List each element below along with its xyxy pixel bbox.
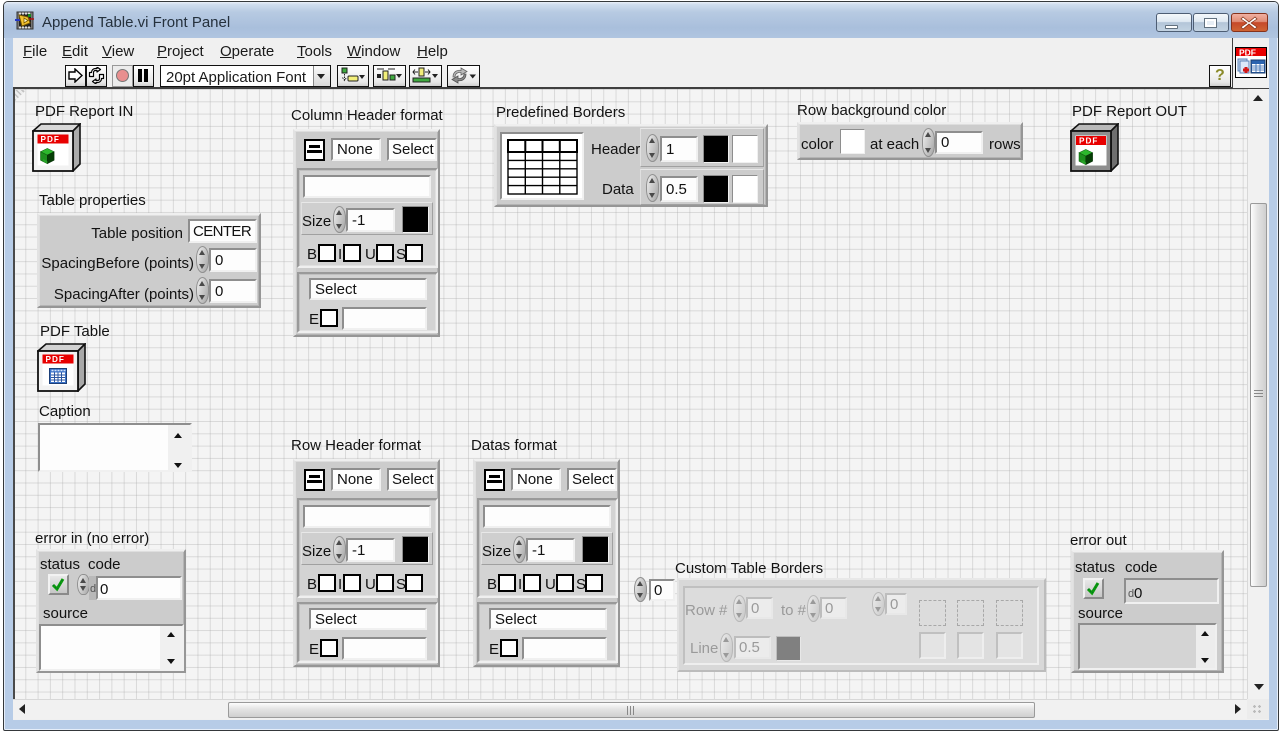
- svg-text:PDF: PDF: [41, 135, 60, 144]
- svg-text:PDF: PDF: [1079, 137, 1098, 146]
- svg-text:PDF: PDF: [46, 355, 65, 364]
- svg-text:PDF: PDF: [1239, 48, 1256, 58]
